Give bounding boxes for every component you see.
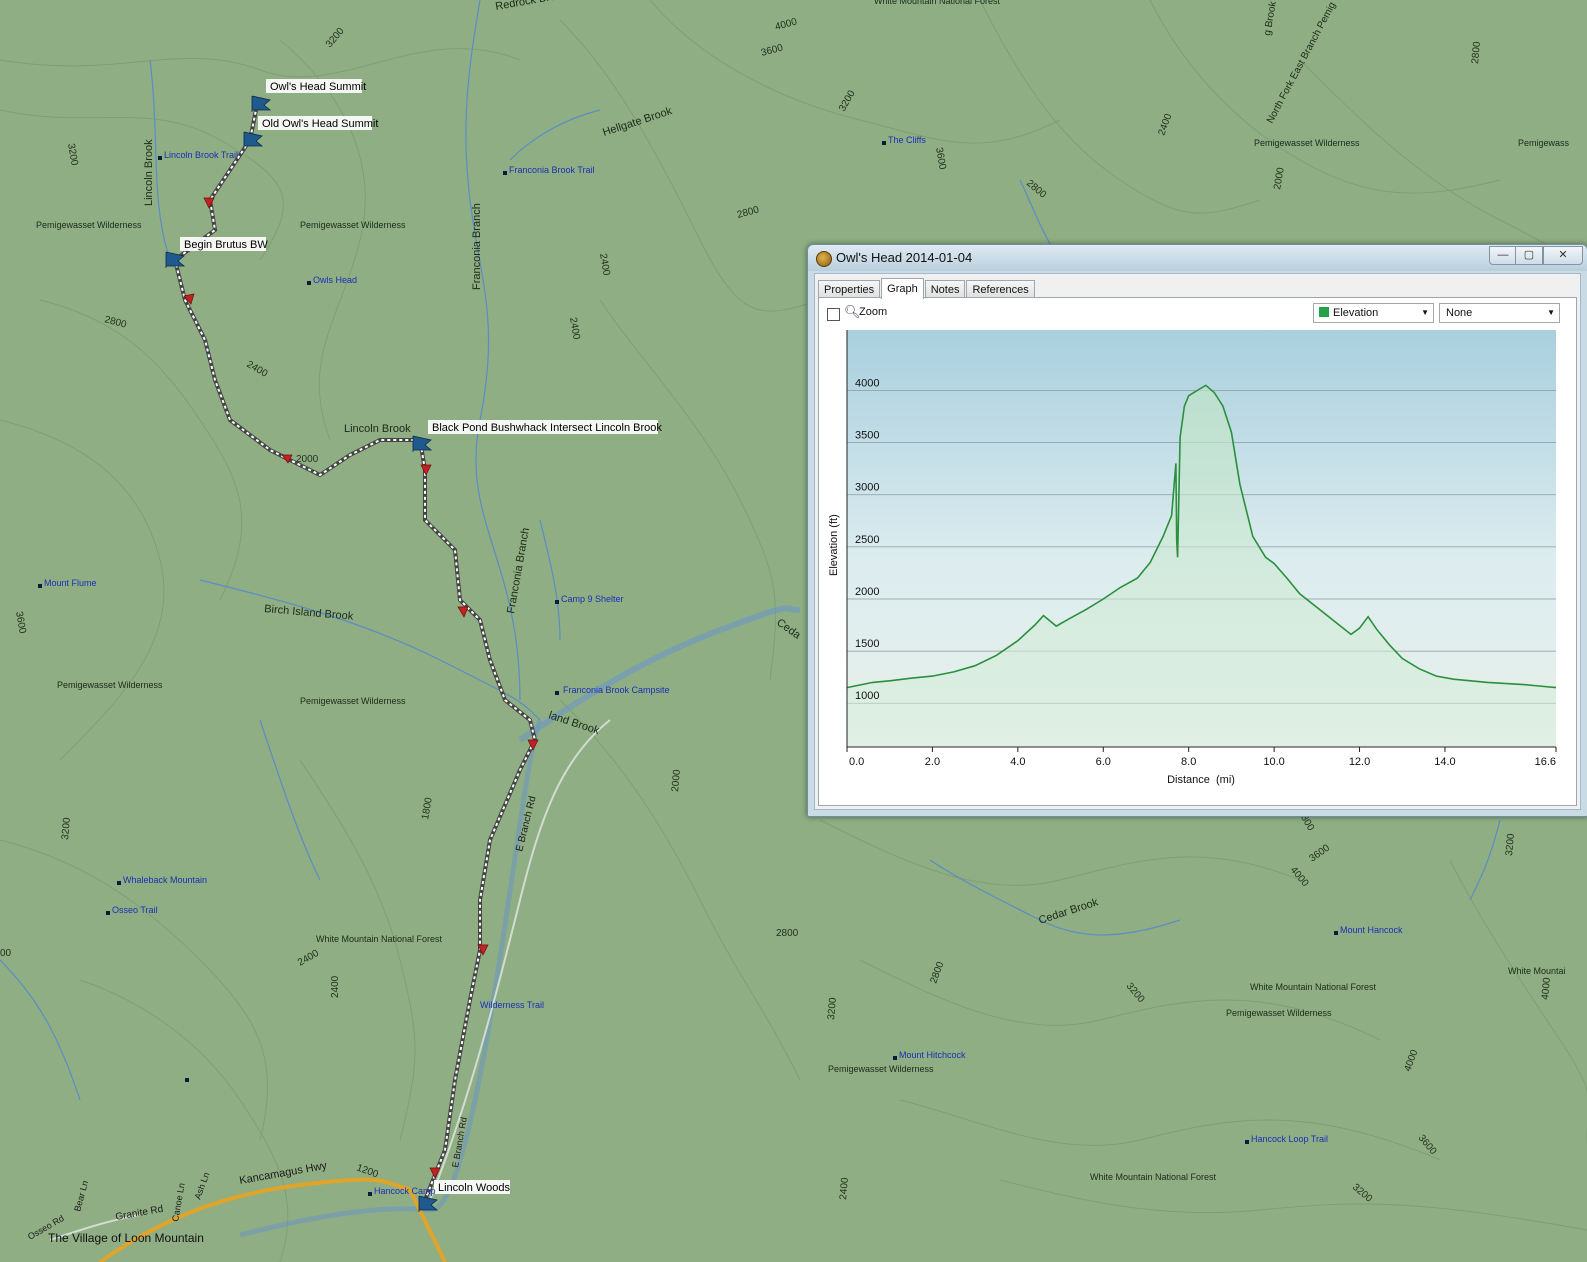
region-label: Pemigewasset Wilderness [57, 680, 163, 690]
contour-label: 2000 [296, 454, 319, 465]
region-label: White Mountain National Forest [1090, 1172, 1217, 1182]
poi-label: Mount Flume [44, 578, 97, 588]
region-label: White Mountain National Forest [874, 0, 1001, 6]
y-tick-label: 2500 [855, 534, 879, 546]
waypoint-label[interactable]: Black Pond Bushwhack Intersect Lincoln B… [432, 422, 662, 434]
window-title: Owl's Head 2014-01-04 [836, 250, 973, 265]
contour-label: 3200 [1504, 833, 1517, 857]
region-label: Pemigewass [1518, 138, 1570, 148]
water-label: Lincoln Brook [143, 139, 155, 206]
y-axis-label: Elevation (ft) [828, 514, 840, 576]
poi-label: Owls Head [313, 275, 357, 285]
graph-panel: 🔍︎ Zoom Elevation ▼ None ▼ 1000 1500 200… [818, 297, 1577, 806]
contour-label: 2000 [670, 769, 683, 793]
poi-label: Wilderness Trail [480, 1000, 544, 1010]
water-label: Franconia Branch [471, 203, 483, 290]
town-label: The Village of Loon Mountain [48, 1231, 204, 1245]
x-tick-label: 12.0 [1349, 756, 1370, 768]
contour-label: 2800 [1470, 41, 1483, 65]
contour-label: 3200 [826, 997, 839, 1021]
x-tick-label: 10.0 [1263, 756, 1284, 768]
region-label: Pemigewasset Wilderness [300, 220, 406, 230]
poi-label: Lincoln Brook Trail [164, 150, 238, 160]
track-properties-window[interactable]: Owl's Head 2014-01-04 — ▢ ✕ Properties G… [807, 244, 1587, 817]
track-icon [816, 251, 832, 267]
contour-label: 2800 [776, 928, 799, 939]
poi-label: Hancock Loop Trail [1251, 1134, 1328, 1144]
y-tick-label: 3000 [855, 482, 879, 494]
contour-label: 4000 [1540, 977, 1553, 1001]
maximize-button[interactable]: ▢ [1515, 246, 1543, 265]
water-label: Lincoln Brook [344, 423, 411, 435]
dropdown-arrow-icon: ▼ [1421, 308, 1429, 317]
primary-series-value: Elevation [1333, 307, 1379, 319]
x-tick-label: 4.0 [1010, 756, 1025, 768]
waypoint-label[interactable]: Old Owl's Head Summit [262, 118, 378, 130]
x-tick-label: 2.0 [925, 756, 940, 768]
secondary-series-select[interactable]: None ▼ [1439, 303, 1560, 323]
dropdown-arrow-icon: ▼ [1547, 308, 1555, 317]
waypoint-label[interactable]: Lincoln Woods [438, 1182, 510, 1194]
contour-label: 3200 [60, 817, 73, 841]
region-label: Pemigewasset Wilderness [1254, 138, 1360, 148]
window-client: Properties Graph Notes References 🔍︎ Zoo… [814, 273, 1581, 810]
poi-label: Osseo Trail [112, 905, 158, 915]
x-tick-label: 8.0 [1181, 756, 1196, 768]
waypoint-label[interactable]: Owl's Head Summit [270, 81, 366, 93]
contour-label: 00 [0, 948, 12, 959]
waypoint-label[interactable]: Begin Brutus BW [184, 239, 268, 251]
region-label: Pemigewasset Wilderness [300, 696, 406, 706]
contour-label: 2400 [838, 1177, 851, 1201]
poi-label: Hancock Camp [374, 1186, 436, 1196]
region-label: White Mountain National Forest [316, 934, 443, 944]
poi-label: Mount Hancock [1340, 925, 1403, 935]
x-axis-label: Distance (mi) [1167, 774, 1235, 786]
poi-label: Mount Hitchcock [899, 1050, 966, 1060]
title-bar[interactable]: Owl's Head 2014-01-04 — ▢ ✕ [808, 245, 1587, 271]
region-label: White Mountai [1508, 966, 1566, 976]
x-tick-label: 6.0 [1096, 756, 1111, 768]
y-tick-label: 2000 [855, 586, 879, 598]
x-tick-label: 0.0 [849, 756, 864, 768]
poi-label: Franconia Brook Campsite [563, 685, 670, 695]
y-tick-label: 3500 [855, 430, 879, 442]
close-button[interactable]: ✕ [1543, 246, 1583, 265]
poi-label: The Cliffs [888, 135, 926, 145]
region-label: Pemigewasset Wilderness [36, 220, 142, 230]
region-label: Pemigewasset Wilderness [828, 1064, 934, 1074]
poi-label: Whaleback Mountain [123, 875, 207, 885]
elevation-chart[interactable]: 1000 1500 2000 2500 3000 3500 4000 0.0 2.0 4.0 6.… [821, 328, 1561, 798]
tab-strip: Properties Graph Notes References [818, 278, 1036, 299]
y-tick-label: 1000 [855, 690, 879, 702]
x-tick-label: 14.0 [1434, 756, 1455, 768]
zoom-label: Zoom [859, 306, 888, 318]
contour-label: 2400 [330, 975, 341, 998]
primary-series-select[interactable]: Elevation ▼ [1313, 303, 1434, 323]
zoom-checkbox[interactable] [827, 308, 840, 321]
secondary-series-value: None [1446, 307, 1473, 319]
magnifier-icon: 🔍︎ [844, 304, 861, 319]
region-label: White Mountain National Forest [1250, 982, 1377, 992]
y-tick-label: 4000 [855, 377, 879, 389]
minimize-button[interactable]: — [1489, 246, 1517, 265]
poi-label: Franconia Brook Trail [509, 165, 595, 175]
region-label: Pemigewasset Wilderness [1226, 1008, 1332, 1018]
series-color-swatch [1319, 307, 1329, 317]
poi-label: Camp 9 Shelter [561, 594, 624, 604]
y-tick-label: 1500 [855, 638, 879, 650]
tab-graph[interactable]: Graph [881, 278, 924, 299]
x-tick-label: 16.6 [1535, 756, 1556, 768]
